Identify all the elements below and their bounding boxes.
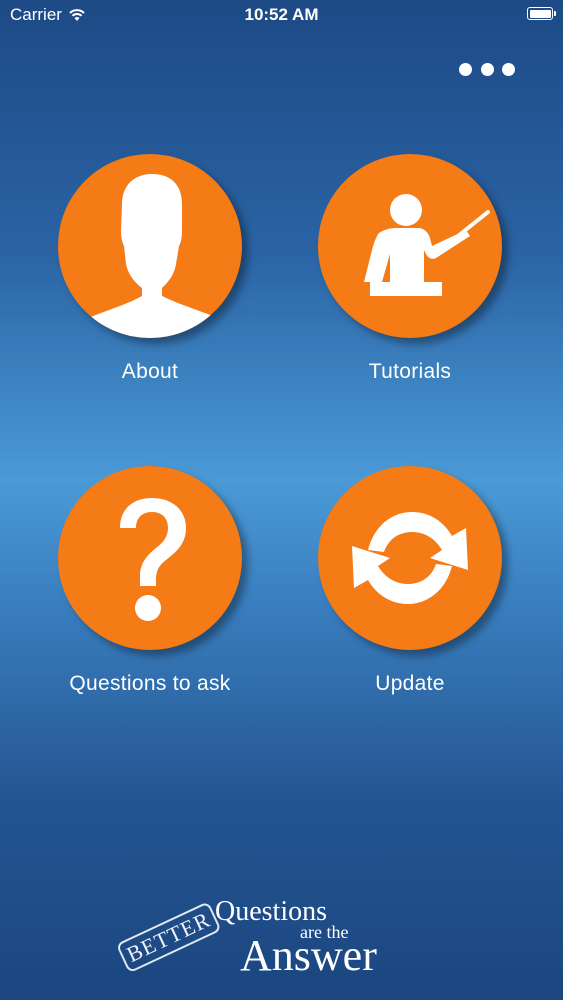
tutorials-label: Tutorials — [368, 360, 452, 383]
about-button[interactable] — [58, 154, 242, 338]
battery-icon — [527, 7, 556, 20]
questions-label: Questions to ask — [69, 672, 231, 695]
app-logo: BETTER Questions are the Answer — [115, 880, 445, 990]
refresh-icon — [352, 512, 468, 604]
status-time: 10:52 AM — [244, 5, 319, 24]
ellipsis-icon — [459, 62, 472, 76]
teacher-pointer-icon — [364, 194, 490, 296]
logo-answer: Answer — [240, 931, 377, 980]
about-tile[interactable]: About — [30, 154, 270, 384]
tutorials-button[interactable] — [318, 154, 502, 338]
ellipsis-icon — [502, 62, 515, 76]
update-button[interactable] — [318, 466, 502, 650]
about-label: About — [121, 360, 179, 383]
questions-tile[interactable]: Questions to ask — [30, 466, 270, 696]
update-label: Update — [375, 672, 445, 695]
update-tile[interactable]: Update — [290, 466, 530, 696]
ellipsis-icon — [480, 62, 494, 76]
status-bar: Carrier 10:52 AM — [0, 0, 563, 30]
tutorials-tile[interactable]: Tutorials — [290, 154, 530, 384]
questions-button[interactable] — [58, 466, 242, 650]
person-silhouette-icon — [78, 174, 228, 338]
more-options-button[interactable] — [459, 58, 515, 80]
question-mark-icon — [120, 498, 186, 621]
